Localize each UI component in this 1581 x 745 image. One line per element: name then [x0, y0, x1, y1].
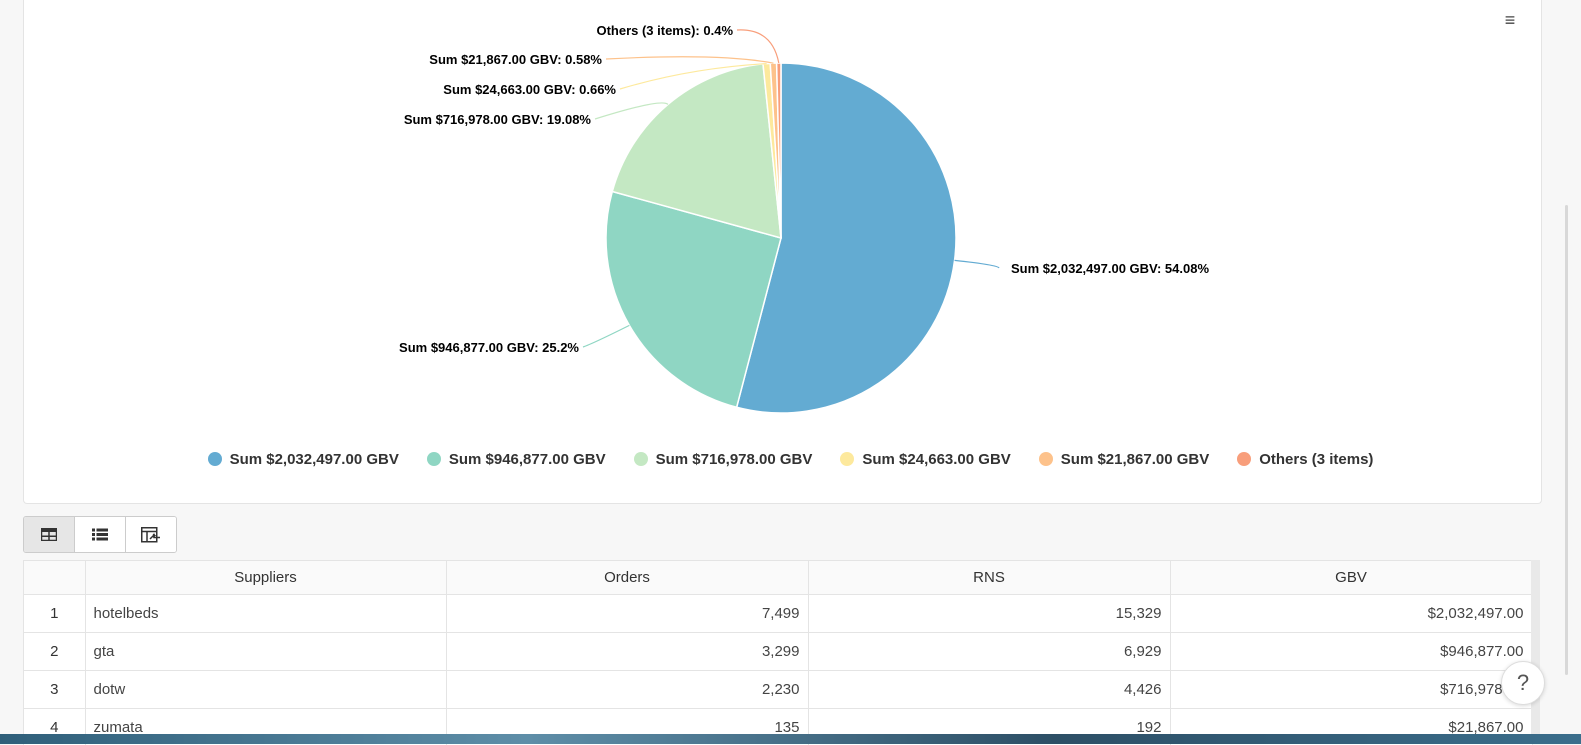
table-export-icon	[141, 527, 161, 543]
list-icon	[92, 528, 108, 541]
data-table: Suppliers Orders RNS GBV 1 hotelbeds 7,4…	[23, 560, 1533, 745]
table-header-row: Suppliers Orders RNS GBV	[24, 561, 1532, 595]
legend-marker	[634, 452, 648, 466]
legend-item[interactable]: Sum $716,978.00 GBV	[634, 451, 813, 468]
legend-label: Sum $24,663.00 GBV	[862, 451, 1010, 468]
table-row[interactable]: 3 dotw 2,230 4,426 $716,978.00	[24, 671, 1532, 709]
data-label-connector	[583, 325, 629, 347]
table-grid-icon	[41, 528, 57, 541]
column-header-rns[interactable]: RNS	[808, 561, 1170, 595]
cell-rns: 15,329	[808, 595, 1170, 633]
pie-chart: Sum $2,032,497.00 GBV: 54.08% Sum $946,87…	[0, 0, 1581, 440]
pie-data-label: Sum $2,032,497.00 GBV: 54.08%	[1011, 261, 1209, 276]
cell-rns: 6,929	[808, 633, 1170, 671]
legend-label: Sum $21,867.00 GBV	[1061, 451, 1209, 468]
legend-label: Sum $716,978.00 GBV	[656, 451, 813, 468]
cell-orders: 3,299	[446, 633, 808, 671]
taskbar-strip	[0, 734, 1581, 744]
legend-marker	[427, 452, 441, 466]
cell-orders: 7,499	[446, 595, 808, 633]
pie-data-label: Sum $716,978.00 GBV: 19.08%	[404, 112, 592, 127]
cell-gbv: $946,877.00	[1170, 633, 1532, 671]
table-view-button[interactable]	[24, 517, 75, 552]
view-toggle	[23, 516, 177, 553]
data-label-connector	[955, 260, 999, 268]
legend-item[interactable]: Sum $24,663.00 GBV	[840, 451, 1010, 468]
legend-marker	[840, 452, 854, 466]
legend-label: Sum $946,877.00 GBV	[449, 451, 606, 468]
column-header-gbv[interactable]: GBV	[1170, 561, 1532, 595]
help-button[interactable]: ?	[1501, 661, 1545, 705]
cell-supplier: gta	[85, 633, 446, 671]
legend-marker	[208, 452, 222, 466]
list-view-button[interactable]	[75, 517, 126, 552]
cell-gbv: $716,978.00	[1170, 671, 1532, 709]
table-row[interactable]: 1 hotelbeds 7,499 15,329 $2,032,497.00	[24, 595, 1532, 633]
column-header-suppliers[interactable]: Suppliers	[85, 561, 446, 595]
row-index: 2	[24, 633, 85, 671]
pie-data-label: Others (3 items): 0.4%	[596, 23, 733, 38]
table-row[interactable]: 2 gta 3,299 6,929 $946,877.00	[24, 633, 1532, 671]
page-scrollbar[interactable]	[1565, 205, 1568, 675]
cell-orders: 2,230	[446, 671, 808, 709]
legend-item[interactable]: Sum $2,032,497.00 GBV	[208, 451, 399, 468]
legend-label: Others (3 items)	[1259, 451, 1373, 468]
cell-supplier: hotelbeds	[85, 595, 446, 633]
cell-gbv: $2,032,497.00	[1170, 595, 1532, 633]
legend-item[interactable]: Sum $946,877.00 GBV	[427, 451, 606, 468]
pie-data-label: Sum $24,663.00 GBV: 0.66%	[443, 82, 616, 97]
export-view-button[interactable]	[126, 517, 176, 552]
table-scrollbar[interactable]	[1531, 560, 1540, 744]
pie-data-label: Sum $21,867.00 GBV: 0.58%	[429, 52, 602, 67]
legend-item[interactable]: Others (3 items)	[1237, 451, 1373, 468]
data-label-connector	[606, 57, 773, 63]
row-index: 3	[24, 671, 85, 709]
cell-rns: 4,426	[808, 671, 1170, 709]
legend-item[interactable]: Sum $21,867.00 GBV	[1039, 451, 1209, 468]
data-label-connector	[737, 30, 779, 63]
legend-marker	[1039, 452, 1053, 466]
row-index-header	[24, 561, 85, 595]
legend-label: Sum $2,032,497.00 GBV	[230, 451, 399, 468]
cell-supplier: dotw	[85, 671, 446, 709]
pie-data-label: Sum $946,877.00 GBV: 25.2%	[399, 340, 579, 355]
row-index: 1	[24, 595, 85, 633]
chart-legend: Sum $2,032,497.00 GBV Sum $946,877.00 GB…	[0, 444, 1581, 474]
legend-marker	[1237, 452, 1251, 466]
column-header-orders[interactable]: Orders	[446, 561, 808, 595]
